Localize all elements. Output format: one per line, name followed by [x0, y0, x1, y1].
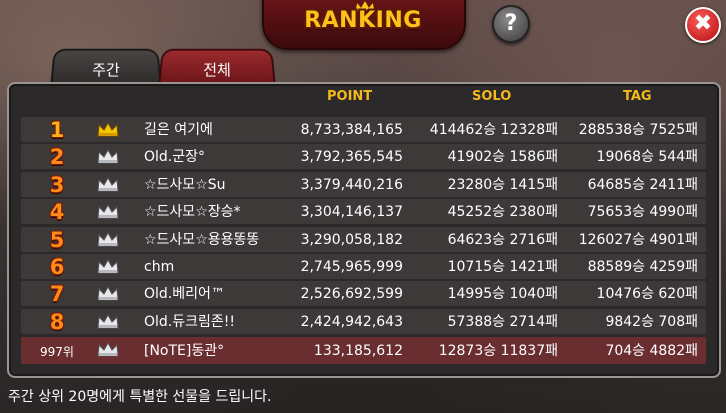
player-point: 3,290,058,182	[300, 231, 403, 248]
player-name: ☆드사모☆Su	[144, 176, 226, 193]
player-tag-record: 64685승 2411패	[587, 176, 698, 193]
player-point: 2,424,942,643	[300, 313, 403, 330]
player-tag-record: 88589승 4259패	[587, 258, 698, 275]
ranking-list: 1 길은 여기에 8,733,384,165 414462승 12328패 28…	[21, 117, 706, 366]
my-player-point: 133,185,612	[313, 342, 403, 359]
player-tag-record: 10476승 620패	[596, 286, 698, 303]
player-solo-record: 10715승 1421패	[447, 258, 558, 275]
silver-crown-icon	[97, 286, 119, 301]
my-player-tag-record: 704승 4882패	[605, 342, 698, 359]
my-ranking-row[interactable]: 997위 [NoTE]동관° 133,185,612 12873승 11837패…	[21, 336, 706, 364]
player-solo-record: 45252승 2380패	[447, 204, 558, 221]
rank-number: 6	[49, 254, 65, 279]
player-point: 3,792,365,545	[300, 149, 403, 166]
player-tag-record: 126027승 4901패	[578, 231, 698, 248]
ranking-row[interactable]: 1 길은 여기에 8,733,384,165 414462승 12328패 28…	[21, 117, 706, 142]
column-header-point: POINT	[327, 89, 373, 104]
player-tag-record: 75653승 4990패	[587, 204, 698, 221]
ranking-row[interactable]: 4 ☆드사모☆장승* 3,304,146,137 45252승 2380패 75…	[21, 199, 706, 225]
player-name: chm	[144, 258, 175, 275]
ranking-row[interactable]: 8 Old.듀크림존!! 2,424,942,643 57388승 2714패 …	[21, 308, 706, 334]
page-title: RANKING	[304, 8, 422, 33]
ranking-row[interactable]: 6 chm 2,745,965,999 10715승 1421패 88589승 …	[21, 253, 706, 279]
my-rank: 997위	[40, 344, 74, 359]
player-solo-record: 414462승 12328패	[429, 122, 558, 138]
column-header-tag: TAG	[623, 89, 652, 104]
silver-crown-icon	[97, 231, 119, 247]
my-player-name: [NoTE]동관°	[144, 342, 225, 359]
player-point: 2,526,692,599	[300, 286, 403, 303]
silver-crown-icon	[97, 204, 119, 219]
silver-crown-icon	[97, 341, 119, 357]
silver-crown-icon	[97, 258, 119, 274]
rank-number: 8	[49, 309, 65, 334]
rank-number: 3	[49, 172, 65, 197]
silver-crown-icon	[97, 176, 119, 192]
silver-crown-icon	[97, 313, 119, 329]
player-solo-record: 23280승 1415패	[447, 176, 558, 193]
player-name: 길은 여기에	[144, 122, 213, 138]
silver-crown-icon	[97, 149, 119, 164]
player-solo-record: 57388승 2714패	[447, 313, 558, 330]
player-name: Old.듀크림존!!	[144, 313, 235, 330]
help-button[interactable]: ?	[492, 5, 530, 43]
player-point: 3,379,440,216	[300, 176, 403, 193]
player-tag-record: 288538승 7525패	[578, 122, 698, 138]
player-name: ☆드사모☆용용똥똥	[144, 231, 260, 248]
ranking-row[interactable]: 3 ☆드사모☆Su 3,379,440,216 23280승 1415패 646…	[21, 171, 706, 197]
gold-crown-icon	[97, 122, 119, 137]
rank-number: 4	[49, 200, 65, 225]
tab-all[interactable]: 전체	[158, 48, 276, 87]
footer-notice: 주간 상위 20명에게 특별한 선물을 드립니다.	[8, 389, 272, 405]
player-solo-record: 64623승 2716패	[447, 231, 558, 248]
close-button[interactable]: ✖	[685, 7, 721, 43]
rank-number: 7	[49, 282, 65, 307]
ranking-row[interactable]: 5 ☆드사모☆용용똥똥 3,290,058,182 64623승 2716패 1…	[21, 226, 706, 252]
ranking-row[interactable]: 2 Old.군장° 3,792,365,545 41902승 1586패 190…	[21, 144, 706, 170]
rank-number: 5	[49, 227, 65, 252]
rank-number: 1	[49, 118, 65, 142]
tab-weekly[interactable]: 주간	[50, 48, 162, 87]
ranking-row[interactable]: 7 Old.베리어™ 2,526,692,599 14995승 1040패 10…	[21, 281, 706, 307]
player-solo-record: 14995승 1040패	[447, 286, 558, 303]
player-name: Old.군장°	[144, 149, 206, 166]
player-point: 3,304,146,137	[300, 204, 403, 221]
player-point: 2,745,965,999	[300, 258, 403, 275]
player-point: 8,733,384,165	[300, 122, 403, 138]
my-player-solo-record: 12873승 11837패	[438, 342, 558, 359]
player-tag-record: 9842승 708패	[605, 313, 698, 330]
player-solo-record: 41902승 1586패	[447, 149, 558, 166]
player-name: ☆드사모☆장승*	[144, 204, 241, 221]
player-tag-record: 19068승 544패	[596, 149, 698, 166]
rank-number: 2	[49, 145, 65, 170]
player-name: Old.베리어™	[144, 286, 225, 303]
column-header-solo: SOLO	[472, 89, 512, 104]
